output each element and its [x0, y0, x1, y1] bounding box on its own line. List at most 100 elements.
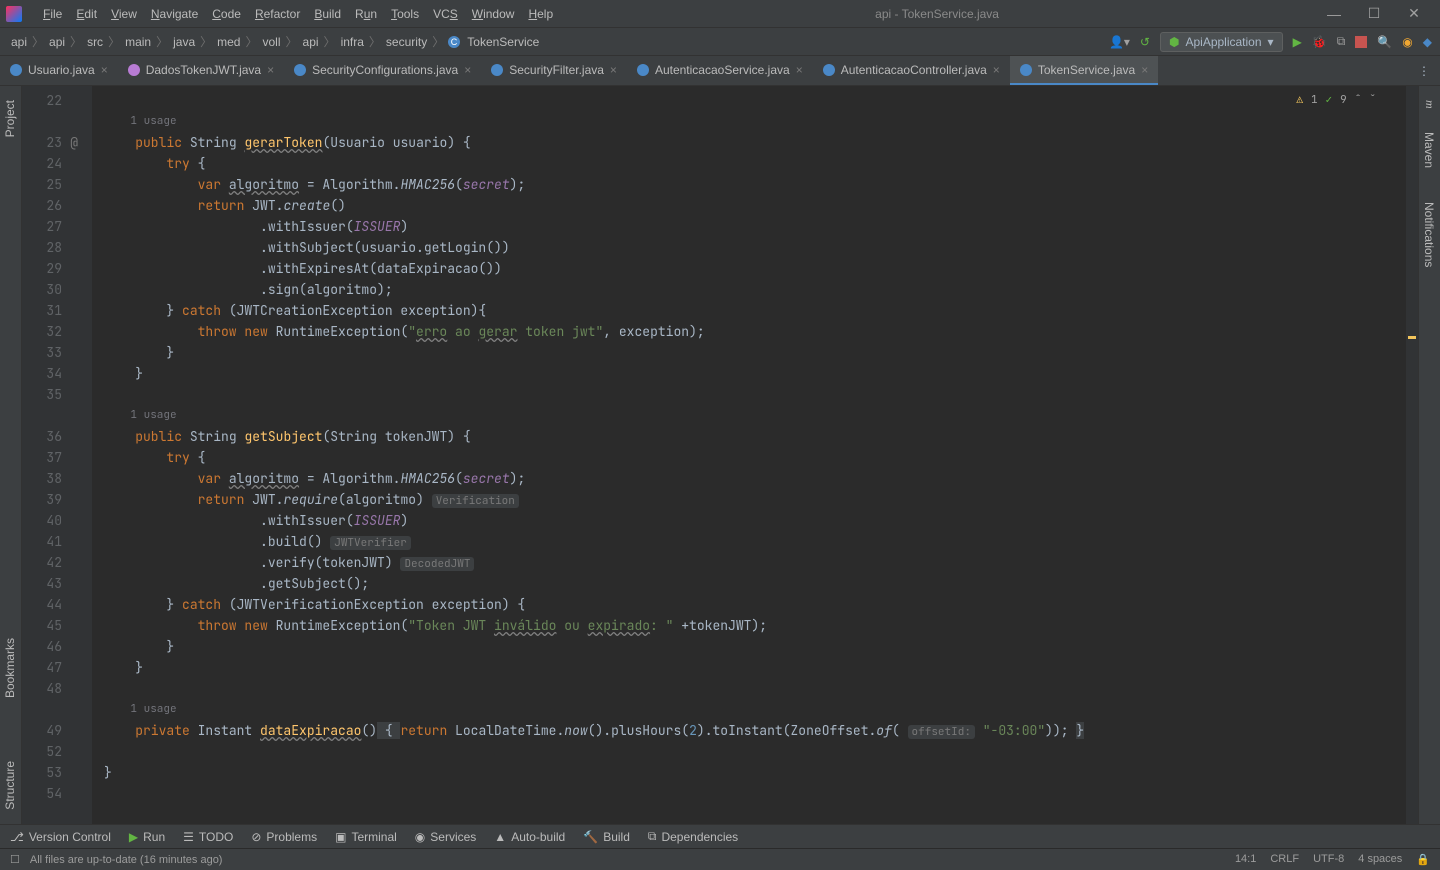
crumb[interactable]: api: [46, 35, 68, 49]
close-icon[interactable]: ×: [1141, 63, 1148, 77]
crumb[interactable]: java: [170, 35, 198, 49]
maven-toolwindow-tab[interactable]: m: [1422, 94, 1437, 115]
crumb[interactable]: voll: [260, 35, 284, 49]
right-toolwindow-bar: m Maven Notifications: [1418, 86, 1440, 824]
menu-edit[interactable]: Edit: [69, 7, 104, 21]
crumb[interactable]: TokenService: [464, 35, 542, 49]
usage-hint[interactable]: 1 usage: [130, 702, 176, 716]
status-window-icon[interactable]: ☐: [10, 853, 20, 866]
class-icon: [10, 64, 22, 76]
type-hint: JWTVerifier: [330, 536, 411, 550]
line-separator[interactable]: CRLF: [1270, 853, 1299, 866]
close-icon[interactable]: ×: [267, 63, 274, 77]
tab-label: SecurityFilter.java: [509, 63, 604, 77]
tab-label: TokenService.java: [1038, 63, 1135, 77]
tw-todo[interactable]: ☰TODO: [183, 830, 233, 844]
tw-build[interactable]: 🔨Build: [583, 830, 630, 844]
close-icon[interactable]: ×: [464, 63, 471, 77]
window-maximize[interactable]: ☐: [1354, 5, 1394, 22]
misc1-icon[interactable]: ◉: [1402, 35, 1412, 49]
window-close[interactable]: ✕: [1394, 5, 1434, 22]
tab-usuario[interactable]: Usuario.java ×: [0, 56, 118, 85]
usage-hint[interactable]: 1 usage: [130, 408, 176, 422]
close-icon[interactable]: ×: [796, 63, 803, 77]
error-stripe[interactable]: [1406, 86, 1418, 824]
chevron-down-icon[interactable]: ˇ: [1369, 90, 1376, 111]
run-button[interactable]: ▶: [1293, 35, 1302, 49]
misc2-icon[interactable]: ◆: [1423, 35, 1432, 49]
tw-deps[interactable]: ⧉Dependencies: [648, 829, 738, 844]
user-icon[interactable]: 👤▾: [1109, 35, 1130, 49]
tw-autobuild[interactable]: ▲Auto-build: [494, 830, 565, 844]
crumb[interactable]: med: [214, 35, 243, 49]
warning-mark[interactable]: [1408, 336, 1416, 339]
chevron-up-icon[interactable]: ˆ: [1355, 90, 1362, 111]
crumb[interactable]: main: [122, 35, 154, 49]
tw-terminal[interactable]: ▣Terminal: [335, 830, 397, 844]
run-config-selector[interactable]: ⬢ ApiApplication ▾: [1160, 32, 1283, 52]
notifications-toolwindow-tab[interactable]: Notifications: [1422, 196, 1436, 273]
menu-navigate[interactable]: Navigate: [144, 7, 205, 21]
terminal-icon: ▣: [335, 830, 346, 844]
crumb[interactable]: src: [84, 35, 106, 49]
code-area[interactable]: ⚠1 ✓9 ˆ ˇ 1 usage public String gerarTok…: [92, 86, 1406, 824]
line-gutter[interactable]: 22 23@ 24 25 26 27 28 29 30 31 32 33 34 …: [22, 86, 92, 824]
menu-help[interactable]: Help: [521, 7, 560, 21]
tabs-more[interactable]: ⋮: [1408, 56, 1440, 85]
project-toolwindow-tab[interactable]: Project: [3, 94, 17, 143]
breadcrumb: api〉 api〉 src〉 main〉 java〉 med〉 voll〉 ap…: [8, 33, 542, 50]
bookmarks-toolwindow-tab[interactable]: Bookmarks: [3, 632, 17, 704]
encoding[interactable]: UTF-8: [1313, 853, 1344, 866]
tab-autcontroller[interactable]: AutenticacaoController.java ×: [813, 56, 1010, 85]
debug-button[interactable]: 🐞: [1312, 35, 1327, 49]
lock-icon[interactable]: 🔒: [1416, 853, 1430, 866]
menu-file[interactable]: File: [36, 7, 69, 21]
tw-services[interactable]: ◉Services: [415, 830, 477, 844]
search-everywhere-icon[interactable]: 🔍: [1377, 35, 1392, 49]
menu-window[interactable]: Window: [465, 7, 522, 21]
structure-toolwindow-tab[interactable]: Structure: [3, 755, 17, 816]
close-icon[interactable]: ×: [101, 63, 108, 77]
tab-securityconfig[interactable]: SecurityConfigurations.java ×: [284, 56, 481, 85]
crumb[interactable]: security: [383, 35, 430, 49]
caret-position[interactable]: 14:1: [1235, 853, 1256, 866]
build-hammer-icon[interactable]: ↺: [1140, 35, 1150, 49]
tab-securityfilter[interactable]: SecurityFilter.java ×: [481, 56, 627, 85]
close-icon[interactable]: ×: [610, 63, 617, 77]
class-icon: [1020, 64, 1032, 76]
tab-label: SecurityConfigurations.java: [312, 63, 458, 77]
crumb[interactable]: infra: [338, 35, 367, 49]
inspections-widget[interactable]: ⚠1 ✓9 ˆ ˇ: [1296, 90, 1376, 111]
code-editor[interactable]: 22 23@ 24 25 26 27 28 29 30 31 32 33 34 …: [22, 86, 1418, 824]
menu-vcs[interactable]: VCS: [426, 7, 465, 21]
tw-problems[interactable]: ⊘Problems: [251, 830, 317, 844]
stop-button[interactable]: [1355, 36, 1367, 48]
menu-build[interactable]: Build: [307, 7, 348, 21]
tw-run[interactable]: ▶Run: [129, 830, 165, 844]
menu-refactor[interactable]: Refactor: [248, 7, 307, 21]
class-icon: [637, 64, 649, 76]
indent[interactable]: 4 spaces: [1358, 853, 1402, 866]
tab-tokenservice[interactable]: TokenService.java ×: [1010, 56, 1158, 85]
tw-vcs[interactable]: ⎇Version Control: [10, 830, 111, 844]
close-icon[interactable]: ×: [993, 63, 1000, 77]
crumb[interactable]: api: [300, 35, 322, 49]
status-message: All files are up-to-date (16 minutes ago…: [30, 854, 223, 866]
coverage-button[interactable]: ⧉: [1337, 34, 1346, 49]
menu-code[interactable]: Code: [205, 7, 248, 21]
class-icon: [823, 64, 835, 76]
usage-hint[interactable]: 1 usage: [130, 114, 176, 128]
tab-dadostoken[interactable]: DadosTokenJWT.java×: [118, 56, 284, 85]
window-minimize[interactable]: —: [1314, 6, 1354, 22]
tab-autservice[interactable]: AutenticacaoService.java×: [627, 56, 813, 85]
tab-label: Usuario.java: [28, 63, 95, 77]
branch-icon: ⎇: [10, 830, 24, 844]
svg-text:C: C: [451, 37, 458, 47]
tab-label: AutenticacaoController.java: [841, 63, 987, 77]
menu-run[interactable]: Run: [348, 7, 384, 21]
menu-tools[interactable]: Tools: [384, 7, 426, 21]
menu-view[interactable]: View: [104, 7, 144, 21]
crumb[interactable]: api: [8, 35, 30, 49]
maven-label[interactable]: Maven: [1422, 126, 1436, 174]
play-icon: ▶: [129, 830, 138, 844]
